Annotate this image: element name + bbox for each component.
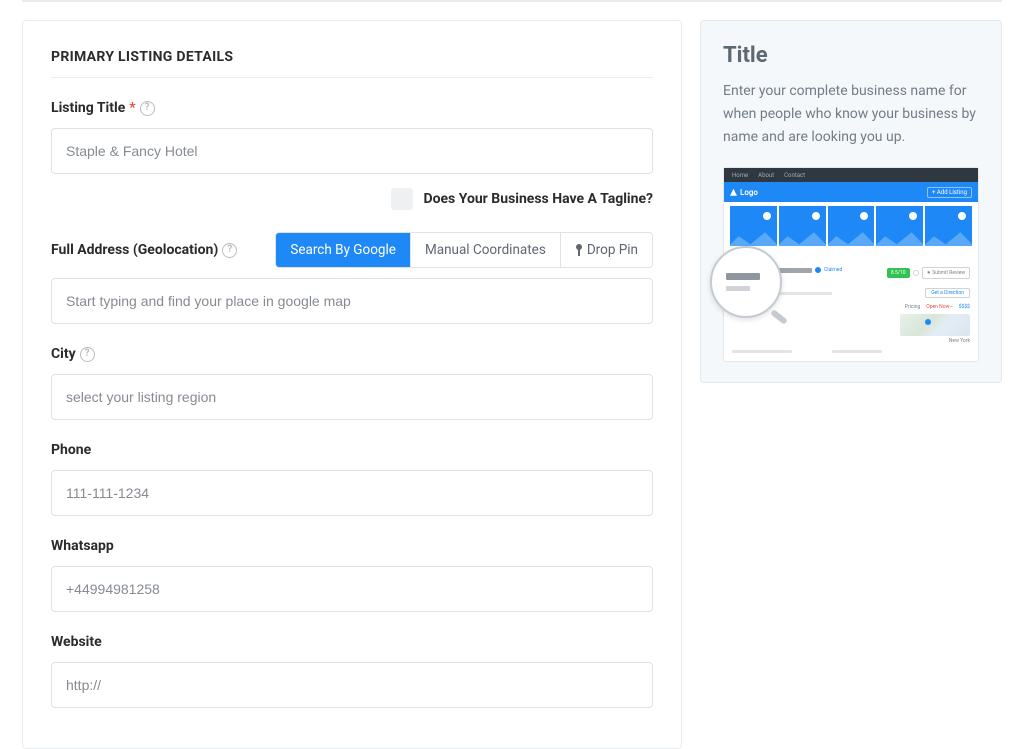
city-label-text: City [51,346,76,362]
heart-icon [913,270,919,276]
address-mode-tabs: Search By Google Manual Coordinates Drop… [275,232,653,268]
illus-topbar: HomeAboutContact [724,168,978,182]
verified-badge-icon [815,267,821,273]
illus-rating-chip: 8.5/10 [887,268,910,278]
illus-direction-button: Get a Direction [925,288,970,298]
illus-line [832,350,882,353]
image-placeholder-icon [730,206,777,246]
illus-line [732,350,792,353]
image-placeholder-icon [925,206,972,246]
sidebar-description: Enter your complete business name for wh… [723,80,979,149]
illus-gallery [724,202,978,252]
whatsapp-label: Whatsapp [51,538,653,554]
primary-listing-panel: PRIMARY LISTING DETAILS Listing Title * … [22,20,682,749]
tagline-checkbox[interactable] [391,188,413,210]
image-placeholder-icon [828,206,875,246]
pin-icon [575,244,583,256]
tagline-label: Does Your Business Have A Tagline? [423,191,653,207]
help-icon[interactable]: ? [222,243,237,258]
section-header: PRIMARY LISTING DETAILS [51,49,653,78]
illus-add-button: + Add Listing [927,187,972,198]
field-phone: Phone [51,442,653,516]
illus-review-chip: ★ Submit Review [922,267,970,279]
listing-title-label-text: Listing Title [51,100,125,116]
phone-label: Phone [51,442,653,458]
tab-drop-pin[interactable]: Drop Pin [560,233,652,267]
illus-tag-open: Open Now~ [926,304,952,310]
illus-map [900,314,970,336]
illus-tag-pricing: Pricing [905,304,920,310]
preview-illustration: HomeAboutContact Logo + Add Listing Home… [723,167,979,362]
illus-map-label: New York [949,338,970,344]
illus-header: Logo + Add Listing [724,182,978,202]
sidebar-title: Title [723,43,979,68]
phone-input[interactable] [51,470,653,516]
website-input[interactable] [51,662,653,708]
field-whatsapp: Whatsapp [51,538,653,612]
whatsapp-input[interactable] [51,566,653,612]
city-input[interactable] [51,374,653,420]
help-icon[interactable]: ? [80,347,95,362]
full-address-label: Full Address (Geolocation) ? [51,242,237,258]
illus-logo: Logo [730,188,758,197]
city-label: City ? [51,346,653,362]
tab-search-google[interactable]: Search By Google [276,233,410,267]
image-placeholder-icon [779,206,826,246]
magnifier-icon [710,246,782,318]
listing-title-label: Listing Title * ? [51,100,653,116]
help-icon[interactable]: ? [140,101,155,116]
illus-claimed: Claimed [824,267,842,273]
field-full-address: Full Address (Geolocation) ? Search By G… [51,232,653,324]
listing-title-input[interactable] [51,128,653,174]
help-sidebar: Title Enter your complete business name … [700,20,1002,383]
tab-drop-pin-label: Drop Pin [587,242,638,258]
address-input[interactable] [51,278,653,324]
field-website: Website [51,634,653,708]
field-listing-title: Listing Title * ? Does Your Business Hav… [51,100,653,210]
tab-manual-coordinates[interactable]: Manual Coordinates [410,233,560,267]
full-address-label-text: Full Address (Geolocation) [51,242,218,258]
field-city: City ? [51,346,653,420]
website-label: Website [51,634,653,650]
image-placeholder-icon [876,206,923,246]
required-star-icon: * [129,100,135,116]
